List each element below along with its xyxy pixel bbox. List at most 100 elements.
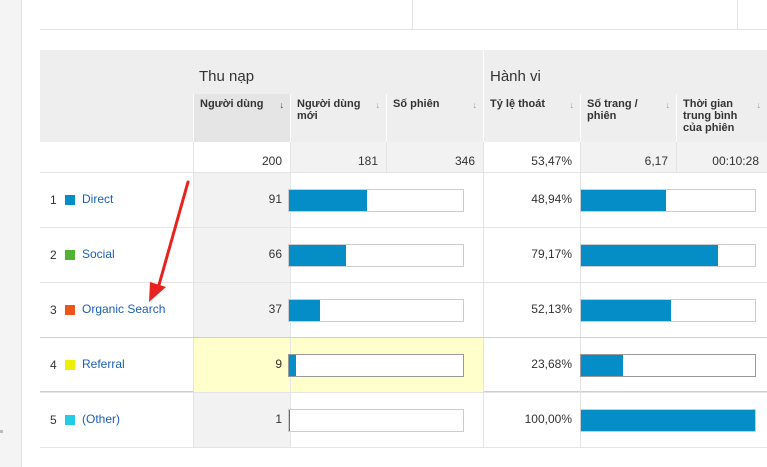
divider: [412, 0, 413, 30]
new-users-bar-cell: [288, 338, 483, 393]
pages-per-session-bar-fill: [581, 245, 719, 266]
new-users-bar-cell: [288, 393, 483, 448]
users-cell: 37: [193, 283, 290, 338]
pages-per-session-bar-fill: [581, 300, 672, 321]
bounce-rate-value: 48,94%: [531, 192, 572, 206]
row-index: 3: [50, 303, 57, 317]
table-bottom-border: [40, 447, 767, 448]
channel-color-swatch: [65, 415, 75, 425]
arrow-down-icon: ↓: [279, 100, 285, 110]
new-users-bar-fill: [289, 190, 368, 211]
arrow-down-icon: ↓: [375, 100, 381, 110]
total-users: 200: [193, 142, 290, 172]
users-value: 1: [275, 412, 282, 426]
table-row[interactable]: 4 Referral 9 23,68%: [40, 337, 767, 393]
total-bounce-rate: 53,47%: [483, 142, 580, 172]
column-users[interactable]: Người dùng ↓: [193, 94, 290, 142]
users-cell: 1: [193, 393, 290, 448]
bounce-rate-cell: 52,13%: [483, 283, 580, 338]
total-avg-session-duration: 00:10:28: [676, 142, 767, 172]
channel-color-swatch: [65, 250, 75, 260]
column-new-users[interactable]: Người dùng mới ↓: [290, 94, 386, 142]
channel-color-swatch: [65, 305, 75, 315]
group-acquisition: Thu nạp: [199, 68, 255, 85]
new-users-bar-cell: [288, 228, 483, 283]
column-header-row: Người dùng ↓ Người dùng mới ↓ Số phiên ↓…: [40, 94, 767, 142]
arrow-down-icon: ↓: [569, 100, 575, 110]
users-value: 9: [275, 357, 282, 371]
row-index: 1: [50, 193, 57, 207]
channel-color-swatch: [65, 195, 75, 205]
group-behavior: Hành vi: [483, 50, 767, 94]
total-new-users: 181: [290, 142, 386, 172]
pages-per-session-bar-fill: [581, 410, 755, 431]
column-pages-per-session[interactable]: Số trang / phiên ↓: [580, 94, 676, 142]
bounce-rate-value: 23,68%: [531, 357, 572, 371]
new-users-bar-fill: [289, 300, 321, 321]
users-value: 37: [268, 302, 282, 316]
table-row[interactable]: 1 Direct 91 48,94%: [40, 172, 767, 228]
left-sidebar-strip: [0, 0, 22, 467]
pages-per-session-bar: [580, 189, 756, 212]
bounce-rate-value: 79,17%: [531, 247, 572, 261]
total-pages-per-session: 6,17: [580, 142, 676, 172]
row-index: 5: [50, 413, 57, 427]
totals-row: 200 181 346 53,47% 6,17 00:10:28: [40, 142, 767, 172]
new-users-bar: [288, 244, 464, 267]
row-index: 2: [50, 248, 57, 262]
channel-report-table: Thu nạp Hành vi Người dùng ↓ Người dùng …: [40, 50, 767, 467]
pages-bar-cell: [580, 283, 767, 338]
users-cell: 66: [193, 228, 290, 283]
pages-per-session-bar: [580, 354, 756, 377]
users-cell: 9: [193, 338, 290, 393]
pages-per-session-bar: [580, 244, 756, 267]
channel-color-swatch: [65, 360, 75, 370]
table-row[interactable]: 3 Organic Search 37 52,13%: [40, 282, 767, 338]
channel-link-3[interactable]: Referral: [82, 357, 125, 371]
new-users-bar-cell: [288, 173, 483, 228]
pages-per-session-bar: [580, 299, 756, 322]
new-users-bar: [288, 189, 464, 212]
table-row[interactable]: 2 Social 66 79,17%: [40, 227, 767, 283]
bounce-rate-cell: 100,00%: [483, 393, 580, 448]
new-users-bar: [288, 409, 464, 432]
bounce-rate-cell: 48,94%: [483, 173, 580, 228]
row-index: 4: [50, 358, 57, 372]
arrow-down-icon: ↓: [756, 100, 762, 110]
arrow-down-icon: ↓: [665, 100, 671, 110]
bounce-rate-cell: 23,68%: [483, 338, 580, 393]
pages-bar-cell: [580, 338, 767, 393]
column-sessions[interactable]: Số phiên ↓: [386, 94, 483, 142]
divider: [737, 0, 738, 30]
users-value: 66: [268, 247, 282, 261]
top-summary-row: [40, 0, 767, 30]
total-sessions: 346: [386, 142, 483, 172]
new-users-bar: [288, 299, 464, 322]
pages-per-session-bar: [580, 409, 756, 432]
bounce-rate-value: 100,00%: [524, 412, 572, 426]
users-cell: 91: [193, 173, 290, 228]
pages-bar-cell: [580, 393, 767, 448]
column-avg-session-duration[interactable]: Thời gian trung bình của phiên ↓: [676, 94, 767, 142]
table-row[interactable]: 5 (Other) 1 100,00%: [40, 392, 767, 448]
new-users-bar-fill: [289, 410, 291, 431]
channel-link-4[interactable]: (Other): [82, 412, 120, 426]
sidebar-marker: [0, 430, 3, 433]
column-bounce-rate[interactable]: Tỷ lệ thoát ↓: [483, 94, 580, 142]
channel-link-2[interactable]: Organic Search: [82, 302, 165, 316]
new-users-bar-fill: [289, 355, 296, 376]
column-group-header: Thu nạp Hành vi: [40, 50, 767, 94]
new-users-bar-cell: [288, 283, 483, 338]
bounce-rate-cell: 79,17%: [483, 228, 580, 283]
channel-link-1[interactable]: Social: [82, 247, 115, 261]
users-value: 91: [268, 192, 282, 206]
pages-per-session-bar-fill: [581, 355, 623, 376]
pages-bar-cell: [580, 173, 767, 228]
channel-link-0[interactable]: Direct: [82, 192, 113, 206]
pages-bar-cell: [580, 228, 767, 283]
pages-per-session-bar-fill: [581, 190, 667, 211]
new-users-bar-fill: [289, 245, 347, 266]
new-users-bar: [288, 354, 464, 377]
arrow-down-icon: ↓: [472, 100, 478, 110]
bounce-rate-value: 52,13%: [531, 302, 572, 316]
